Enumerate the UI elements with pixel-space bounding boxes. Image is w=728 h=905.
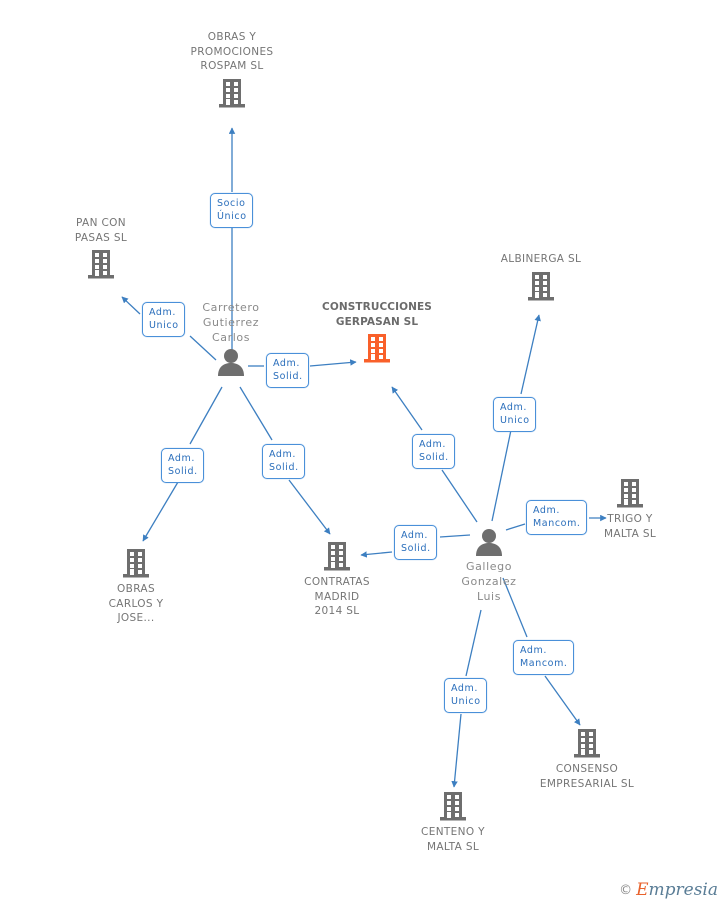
relation-label-adm-unico-centeno[interactable]: Adm. Unico [444,678,487,713]
node-albinerga[interactable]: ALBINERGA SL [481,252,601,302]
relation-label-adm-mancom-consenso[interactable]: Adm. Mancom. [513,640,574,675]
building-icon [617,479,643,508]
building-icon [88,250,114,279]
relation-label-adm-solid-gerpasan-carretero[interactable]: Adm. Solid. [266,353,309,388]
node-construcciones-gerpasan[interactable]: CONSTRUCCIONES GERPASAN SL [317,300,437,364]
empresia-logo-initial: E [636,880,649,900]
node-label-central: CONSTRUCCIONES GERPASAN SL [322,301,432,328]
node-contratas-madrid-2014[interactable]: CONTRATAS MADRID 2014 SL [277,540,397,619]
building-icon [324,542,350,571]
person-icon [218,349,244,376]
node-gallego-gonzalez-luis[interactable]: Gallego Gonzalez Luis [429,528,549,604]
node-centeno-y-malta[interactable]: CENTENO Y MALTA SL [393,790,513,854]
node-label: ALBINERGA SL [500,253,582,265]
relation-label-adm-solid-obras[interactable]: Adm. Solid. [161,448,204,483]
building-icon [574,729,600,758]
relation-label-adm-solid-contratas-carretero[interactable]: Adm. Solid. [262,444,305,479]
edge-carretero-pancon-upper [121,296,141,315]
edge-gallego-gerpasan-lower [441,469,478,523]
building-icon [123,549,149,578]
node-pan-con-pasas[interactable]: PAN CON PASAS SL [41,216,161,280]
node-obras-promociones-rospam[interactable]: OBRAS Y PROMOCIONES ROSPAM SL [172,30,292,109]
node-label: OBRAS Y PROMOCIONES ROSPAM SL [190,31,274,72]
relation-label-adm-unico-pancon[interactable]: Adm. Unico [142,302,185,337]
building-icon [440,792,466,821]
edge-gallego-centeno-lower [465,609,482,677]
edge-gallego-consenso-upper [544,675,581,726]
node-label: Gallego Gonzalez Luis [461,560,517,603]
node-obras-carlos-y-jose[interactable]: OBRAS CARLOS Y JOSE... [76,547,196,626]
copyright-icon: © [619,883,633,898]
edge-gallego-gerpasan-upper [391,386,423,431]
edge-carretero-contratas-upper [288,479,331,535]
edge-gallego-albinerga-lower [491,429,512,522]
relation-label-adm-solid-gerpasan-gallego[interactable]: Adm. Solid. [412,434,455,469]
node-label: CENTENO Y MALTA SL [421,826,485,853]
building-icon-central [364,334,390,363]
node-label: CONSENSO EMPRESARIAL SL [539,763,635,790]
edge-gallego-centeno-upper [451,713,462,788]
node-label: Carretero Gutierrez Carlos [202,301,260,344]
node-label: PAN CON PASAS SL [74,217,128,244]
node-consenso-empresarial[interactable]: CONSENSO EMPRESARIAL SL [527,727,647,791]
relation-label-adm-unico-albinerga[interactable]: Adm. Unico [493,397,536,432]
relation-label-adm-mancom-trigo[interactable]: Adm. Mancom. [526,500,587,535]
relationship-diagram-canvas: OBRAS Y PROMOCIONES ROSPAM SL PAN CON PA… [0,0,728,905]
node-label: OBRAS CARLOS Y JOSE... [108,583,164,624]
relation-label-socio-unico-rospam[interactable]: Socio Único [210,193,253,228]
node-label: CONTRATAS MADRID 2014 SL [304,576,370,617]
node-trigo-y-malta[interactable]: TRIGO Y MALTA SL [570,477,690,541]
building-icon [219,78,245,107]
relation-label-adm-solid-contratas-gallego[interactable]: Adm. Solid. [394,525,437,560]
person-icon [476,529,502,556]
empresia-logo-text: mpresia [648,880,719,900]
node-label: TRIGO Y MALTA SL [603,513,657,540]
edge-carretero-obras-upper [142,481,179,542]
empresia-logo: Empresia [636,882,718,899]
edge-carretero-contratas-lower [239,386,273,441]
watermark: © Empresia [619,882,718,899]
edge-carretero-obras-lower [189,386,223,445]
edge-gallego-albinerga-upper [520,314,541,395]
building-icon [528,271,554,300]
